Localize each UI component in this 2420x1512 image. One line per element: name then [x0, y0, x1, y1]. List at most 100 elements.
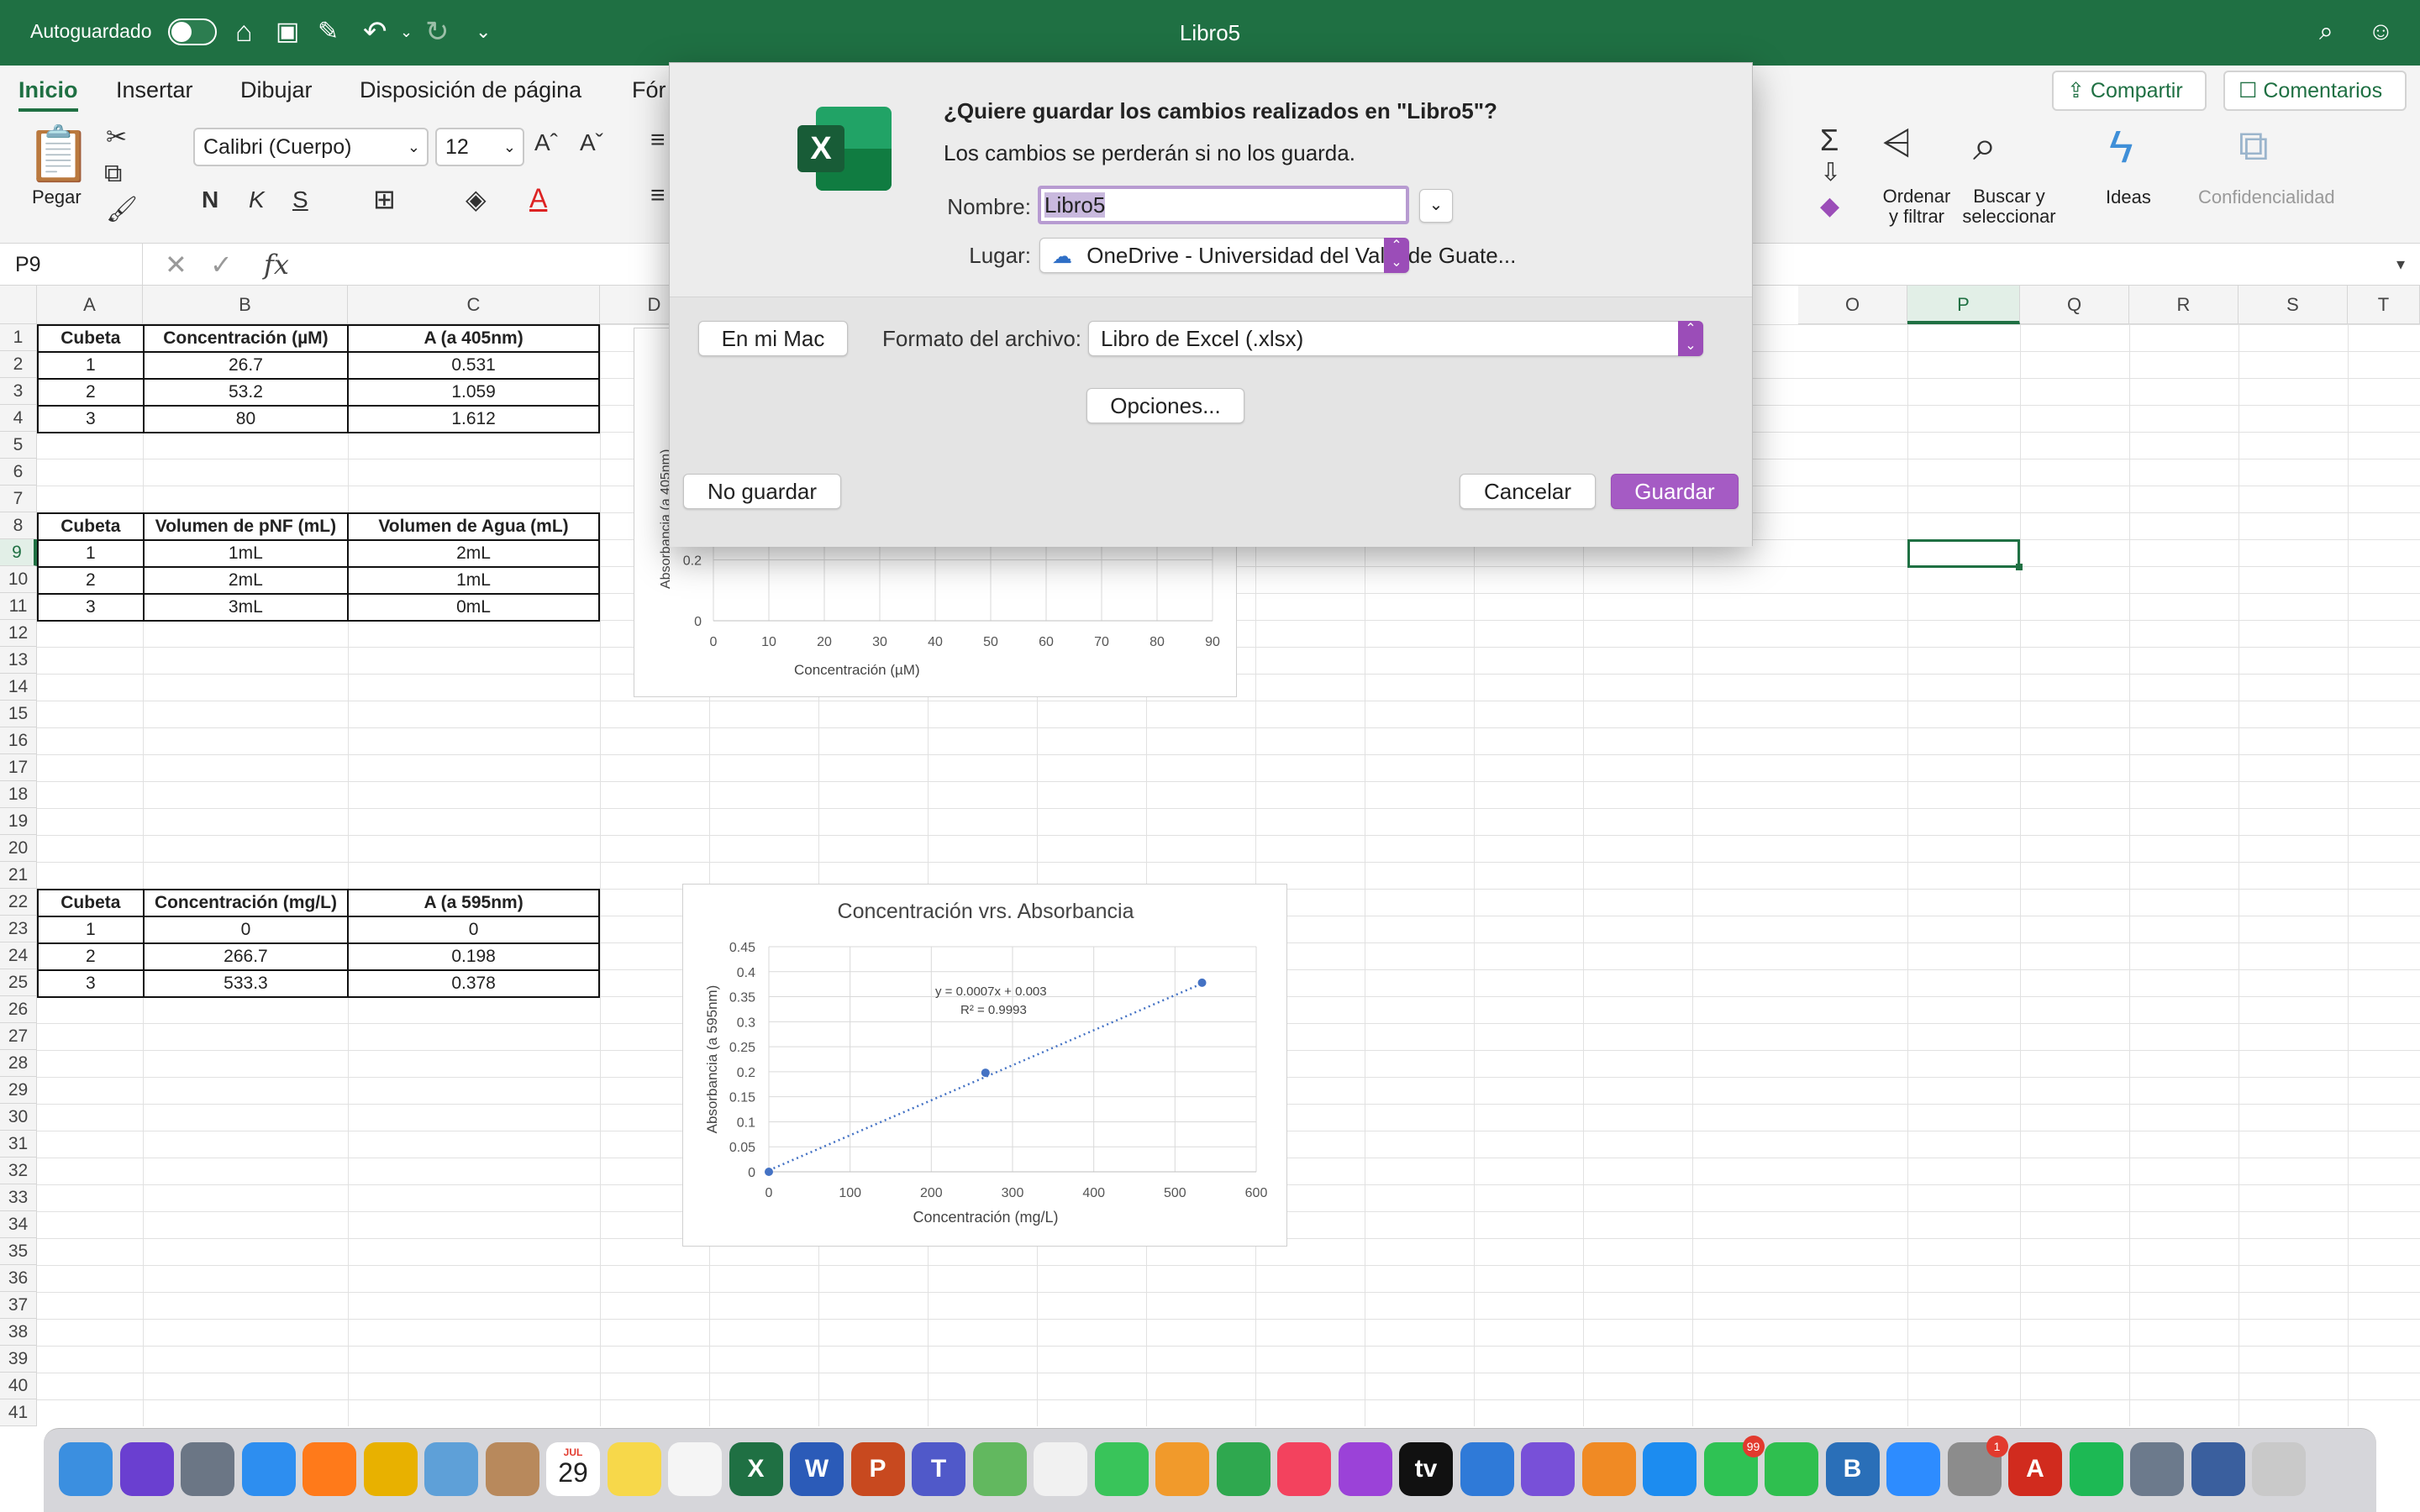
dock-reminders-icon[interactable] [668, 1442, 722, 1496]
row-header-31[interactable]: 31 [0, 1131, 37, 1158]
cell[interactable]: 1mL [142, 539, 349, 568]
row-header-36[interactable]: 36 [0, 1265, 37, 1292]
increase-font-icon[interactable]: Aˆ [534, 129, 558, 156]
autosum-icon[interactable]: Σ [1820, 123, 1839, 158]
row-header-33[interactable]: 33 [0, 1184, 37, 1211]
header-cell[interactable]: A (a 595nm) [347, 889, 600, 917]
chart-595nm[interactable]: Concentración vrs. Absorbancia 0 100 200 300… [682, 884, 1287, 1247]
row-header-27[interactable]: 27 [0, 1023, 37, 1050]
font-color-icon[interactable]: A [529, 183, 547, 214]
dock-firefox-icon[interactable] [302, 1442, 356, 1496]
column-header-s[interactable]: S [2238, 286, 2348, 324]
row-header-39[interactable]: 39 [0, 1346, 37, 1373]
confidentiality-label[interactable]: Confidencialidad [2198, 186, 2335, 208]
row-header-40[interactable]: 40 [0, 1373, 37, 1399]
cell[interactable]: 0 [142, 916, 350, 944]
underline-button[interactable]: S [292, 186, 308, 213]
font-size-combo[interactable]: 12 ⌄ [435, 128, 524, 166]
cell[interactable]: 1mL [346, 566, 601, 595]
header-cell[interactable]: A (a 405nm) [347, 324, 600, 353]
row-header-23[interactable]: 23 [0, 916, 37, 942]
row-header-37[interactable]: 37 [0, 1292, 37, 1319]
location-popup[interactable]: ☁ OneDrive - Universidad del Valle de Gu… [1039, 238, 1516, 273]
row-header-2[interactable]: 2 [0, 351, 37, 378]
ideas-icon[interactable]: ϟ [2109, 121, 2133, 173]
row-header-17[interactable]: 17 [0, 754, 37, 781]
dock-calendar-icon[interactable]: JUL 29 [546, 1442, 600, 1496]
cell[interactable]: 2mL [346, 539, 601, 568]
account-icon[interactable]: ☺ [2368, 13, 2394, 50]
row-header-3[interactable]: 3 [0, 378, 37, 405]
dock-pages-icon[interactable] [1155, 1442, 1209, 1496]
cell[interactable]: 3 [37, 405, 145, 433]
row-header-30[interactable]: 30 [0, 1104, 37, 1131]
name-box[interactable]: P9 [0, 244, 143, 286]
expand-dialog-button[interactable]: ⌄ [1419, 189, 1453, 223]
row-header-25[interactable]: 25 [0, 969, 37, 996]
dock-safari-icon[interactable] [241, 1442, 296, 1496]
cell[interactable]: 2mL [142, 566, 349, 595]
dock-excel-icon[interactable]: X [729, 1442, 783, 1496]
function-icon[interactable]: fx [264, 249, 289, 281]
header-cell[interactable]: Cubeta [37, 512, 145, 541]
cell[interactable]: 0.531 [347, 351, 600, 380]
row-header-12[interactable]: 12 [0, 620, 37, 647]
options-button[interactable]: Opciones... [1086, 388, 1244, 423]
cell[interactable]: 3mL [142, 593, 349, 622]
clear-icon[interactable]: ◆ [1820, 192, 1839, 221]
row-header-29[interactable]: 29 [0, 1077, 37, 1104]
row-header-24[interactable]: 24 [0, 942, 37, 969]
row-header-38[interactable]: 38 [0, 1319, 37, 1346]
cell[interactable]: 1.612 [347, 405, 600, 433]
font-name-combo[interactable]: Calibri (Cuerpo) ⌄ [193, 128, 429, 166]
header-cell[interactable]: Volumen de Agua (mL) [346, 512, 601, 541]
row-header-35[interactable]: 35 [0, 1238, 37, 1265]
header-cell[interactable]: Cubeta [37, 889, 145, 917]
row-header-21[interactable]: 21 [0, 862, 37, 889]
row-header-26[interactable]: 26 [0, 996, 37, 1023]
dock-pixelmator-icon[interactable] [1521, 1442, 1575, 1496]
dock-podcasts-icon[interactable] [1338, 1442, 1392, 1496]
column-header-r[interactable]: R [2129, 286, 2238, 324]
comments-button[interactable]: ☐ Comentarios [2223, 71, 2407, 111]
cell[interactable]: 3 [37, 593, 145, 622]
cell[interactable]: 0 [347, 916, 600, 944]
dock-tv-icon[interactable]: tv [1399, 1442, 1453, 1496]
dock-photos-icon[interactable] [1034, 1442, 1087, 1496]
row-header-7[interactable]: 7 [0, 486, 37, 512]
sort-filter-icon[interactable]: ⩤ [1882, 123, 1912, 165]
bold-button[interactable]: N [202, 186, 218, 213]
row-header-20[interactable]: 20 [0, 835, 37, 862]
tab-formulas[interactable]: Fór [632, 77, 666, 103]
cell[interactable]: 1 [37, 539, 145, 568]
dock-app-store-icon[interactable] [1643, 1442, 1697, 1496]
cut-icon[interactable]: ✂ [106, 123, 127, 152]
row-header-10[interactable]: 10 [0, 566, 37, 593]
row-header-15[interactable]: 15 [0, 701, 37, 727]
row-header-4[interactable]: 4 [0, 405, 37, 432]
row-header-34[interactable]: 34 [0, 1211, 37, 1238]
dock-music-icon[interactable] [1277, 1442, 1331, 1496]
column-header-o[interactable]: O [1798, 286, 1907, 324]
dock-acrobat-icon[interactable]: A [2008, 1442, 2062, 1496]
cell[interactable]: 80 [142, 405, 350, 433]
row-header-8[interactable]: 8 [0, 512, 37, 539]
sort-filter-label[interactable]: Ordenar y filtrar [1870, 186, 1963, 227]
save-button[interactable]: Guardar [1611, 474, 1739, 509]
dock-launchpad-icon[interactable] [181, 1442, 234, 1496]
cell[interactable]: 2 [37, 942, 145, 971]
dock-spotify-icon[interactable] [2069, 1442, 2123, 1496]
row-header-9[interactable]: 9 [0, 539, 37, 566]
dock-word-icon[interactable]: W [790, 1442, 844, 1496]
dock-powerpoint-icon[interactable]: P [850, 1442, 905, 1496]
header-cell[interactable]: Volumen de pNF (mL) [142, 512, 349, 541]
dock-finder-icon[interactable] [59, 1442, 113, 1496]
column-header-p[interactable]: P [1907, 286, 2020, 324]
dock-screenshot-icon[interactable] [2130, 1442, 2184, 1496]
paste-icon[interactable]: 📋 [25, 123, 92, 186]
dock-trash-icon[interactable] [2252, 1442, 2306, 1496]
row-header-16[interactable]: 16 [0, 727, 37, 754]
decrease-font-icon[interactable]: Aˇ [580, 129, 603, 156]
dock-bbedit-icon[interactable]: B [1825, 1442, 1880, 1496]
selected-cell-p9[interactable] [1907, 539, 2023, 570]
